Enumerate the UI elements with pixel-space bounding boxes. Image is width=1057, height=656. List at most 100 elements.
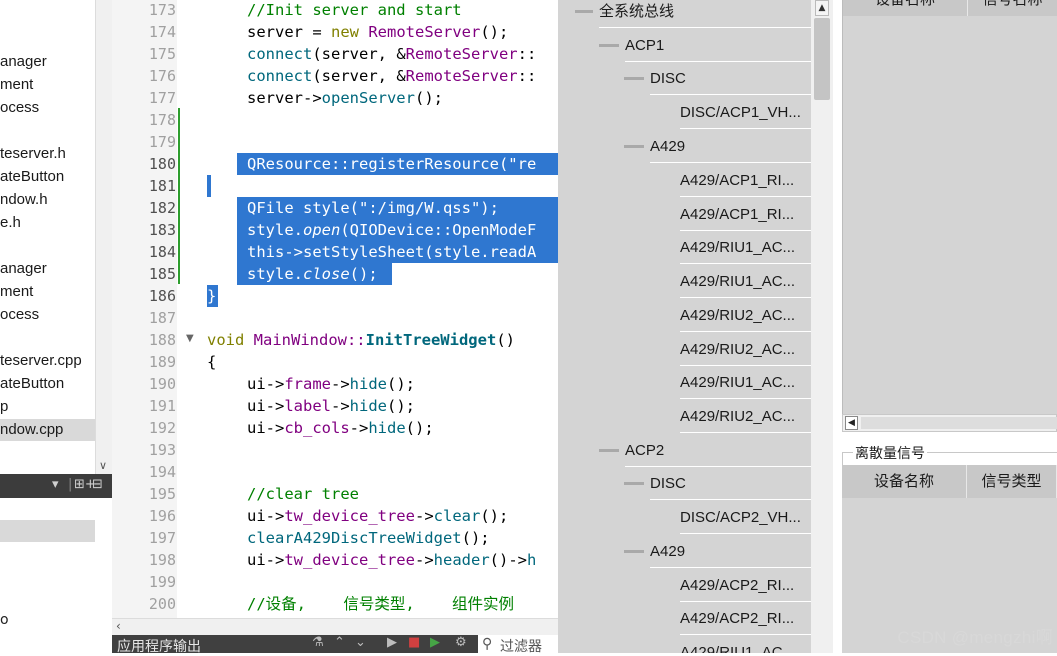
code-text: ->	[349, 419, 369, 437]
tree-branch-indicator[interactable]	[624, 145, 644, 148]
run-icon[interactable]: ▶	[387, 635, 397, 650]
code-function: InitTreeWidget	[365, 331, 497, 349]
tree-leaf[interactable]: A429/RIU1_AC...	[680, 636, 811, 653]
code-function: header	[433, 551, 490, 569]
code-function: close	[303, 265, 350, 283]
tree-leaf[interactable]: A429/RIU1_AC...	[680, 231, 811, 264]
tree-leaf[interactable]: A429/RIU2_AC...	[680, 333, 811, 366]
tree-branch-indicator[interactable]	[624, 550, 644, 553]
device-tree[interactable]: 全系统总线 ACP1 DISC DISC/ACP1_VH... A429 A42…	[558, 0, 811, 653]
chevron-up-icon[interactable]: ▲	[815, 0, 829, 16]
file-item[interactable]: ment	[0, 74, 33, 96]
clean-icon[interactable]: ⚗	[312, 635, 324, 650]
file-list-scrollbar[interactable]: ∨	[95, 0, 112, 474]
tree-branch-indicator[interactable]	[599, 449, 619, 452]
tree-leaf[interactable]: A429/ACP2_RI...	[680, 569, 811, 602]
open-documents-list: o	[0, 498, 112, 653]
tree-branch-indicator[interactable]	[624, 77, 644, 80]
file-item-selected[interactable]: ndow.cpp	[0, 419, 95, 441]
column-header[interactable]: 设备名称	[843, 0, 968, 16]
column-header[interactable]: 设备名称	[842, 465, 967, 498]
previous-icon[interactable]: ⌃	[334, 635, 345, 650]
code-member: label	[284, 397, 331, 415]
editor-horizontal-scrollbar[interactable]: ‹	[112, 618, 558, 635]
tree-leaf[interactable]: A429/ACP1_RI...	[680, 164, 811, 197]
tree-leaf[interactable]: DISC/ACP1_VH...	[680, 96, 811, 129]
line-number: 194	[148, 463, 176, 481]
stop-icon[interactable]: ■	[408, 635, 420, 650]
fold-arrow-icon[interactable]: ▼	[186, 333, 194, 344]
file-item[interactable]: teserver.cpp	[0, 350, 82, 372]
file-item[interactable]: ateButton	[0, 166, 64, 188]
debug-run-icon[interactable]: ▶	[430, 635, 440, 650]
tree-branch-indicator[interactable]	[575, 10, 593, 13]
code-line-selected: this->setStyleSheet(style.readA	[247, 243, 537, 261]
code-text: style.	[247, 265, 303, 283]
file-item[interactable]: p	[0, 396, 8, 418]
code-function: hide	[368, 419, 406, 437]
scrollbar-thumb[interactable]	[814, 18, 830, 100]
chevron-down-icon[interactable]: ∨	[99, 459, 107, 472]
chevron-down-icon[interactable]: ▾	[52, 477, 59, 492]
tree-node-disc[interactable]: DISC	[650, 62, 811, 95]
tree-node-a429[interactable]: A429	[650, 130, 811, 163]
tree-node-root[interactable]: 全系统总线	[599, 0, 811, 28]
code-comment: //设备, 信号类型, 组件实例	[247, 595, 514, 613]
tree-leaf[interactable]: A429/RIU1_AC...	[680, 265, 811, 298]
code-text: ui->	[247, 419, 285, 437]
filter-input[interactable]: ⚲ 过滤器	[478, 635, 558, 655]
open-document-selected[interactable]	[0, 520, 95, 542]
column-header[interactable]: 信号名称	[968, 0, 1057, 16]
code-type: RemoteServer	[405, 67, 518, 85]
tree-vertical-scrollbar[interactable]: ▲	[811, 0, 833, 653]
line-number: 176	[148, 67, 176, 85]
search-icon: ⚲	[482, 636, 493, 652]
tree-leaf[interactable]: DISC/ACP2_VH...	[680, 501, 811, 534]
close-pane-icon[interactable]: ⊟	[92, 477, 103, 492]
line-number: 181	[148, 177, 176, 195]
line-number: 184	[148, 243, 176, 261]
file-item[interactable]: ment	[0, 281, 33, 303]
tree-leaf[interactable]: A429/ACP2_RI...	[680, 602, 811, 635]
output-pane-title[interactable]: 应用程序输出	[117, 636, 201, 656]
code-text: ()	[496, 331, 515, 349]
tree-node-acp1[interactable]: ACP1	[625, 29, 811, 62]
tree-branch-indicator[interactable]	[624, 482, 644, 485]
column-header[interactable]: 信号类型	[967, 465, 1057, 498]
file-item[interactable]: anager	[0, 51, 47, 73]
file-item[interactable]: teserver.h	[0, 143, 66, 165]
code-text: ();	[405, 419, 434, 437]
file-item[interactable]: e.h	[0, 212, 21, 234]
tree-node-a429[interactable]: A429	[650, 535, 811, 568]
next-icon[interactable]: ⌄	[355, 635, 366, 650]
tree-leaf[interactable]: A429/RIU2_AC...	[680, 299, 811, 332]
gear-icon[interactable]: ⚙	[455, 635, 467, 650]
code-member: cb_cols	[284, 419, 350, 437]
scrollbar-thumb[interactable]	[861, 417, 1057, 429]
code-line: server->openServer();	[247, 87, 443, 109]
tree-leaf[interactable]: A429/ACP1_RI...	[680, 198, 811, 231]
tree-node-acp2[interactable]: ACP2	[625, 434, 811, 467]
code-text: ();	[461, 529, 490, 547]
code-function: clearA429DiscTreeWidget	[247, 529, 462, 547]
output-pane-bar: 应用程序输出 ⚗ ⌃ ⌄ ▶ ■ ▶ ⚙ ⚲ 过滤器	[112, 635, 558, 656]
tree-node-disc[interactable]: DISC	[650, 467, 811, 500]
signal-table[interactable]: 设备名称 信号名称	[842, 0, 1057, 416]
tree-branch-indicator[interactable]	[599, 44, 619, 47]
tree-leaf[interactable]: A429/RIU2_AC...	[680, 400, 811, 433]
file-item[interactable]: ocess	[0, 97, 39, 119]
file-item[interactable]: ndow.h	[0, 189, 48, 211]
chevron-left-icon[interactable]: ‹	[116, 619, 121, 633]
chevron-left-icon[interactable]: ◀	[845, 416, 858, 430]
code-line-selected: QFile style(":/img/W.qss");	[247, 199, 499, 217]
code-editor[interactable]: 173 174 175 176 177 178 179 180 181 182 …	[112, 0, 558, 618]
tree-leaf[interactable]: A429/RIU1_AC...	[680, 366, 811, 399]
file-item[interactable]: anager	[0, 258, 47, 280]
code-keyword: new	[331, 23, 359, 41]
code-function: open	[303, 221, 341, 239]
file-item[interactable]: ateButton	[0, 373, 64, 395]
table-horizontal-scrollbar[interactable]: ◀	[842, 414, 1057, 432]
list-item-fragment: o	[0, 612, 9, 628]
file-item[interactable]: ocess	[0, 304, 39, 326]
group-title: 离散量信号	[853, 443, 927, 463]
